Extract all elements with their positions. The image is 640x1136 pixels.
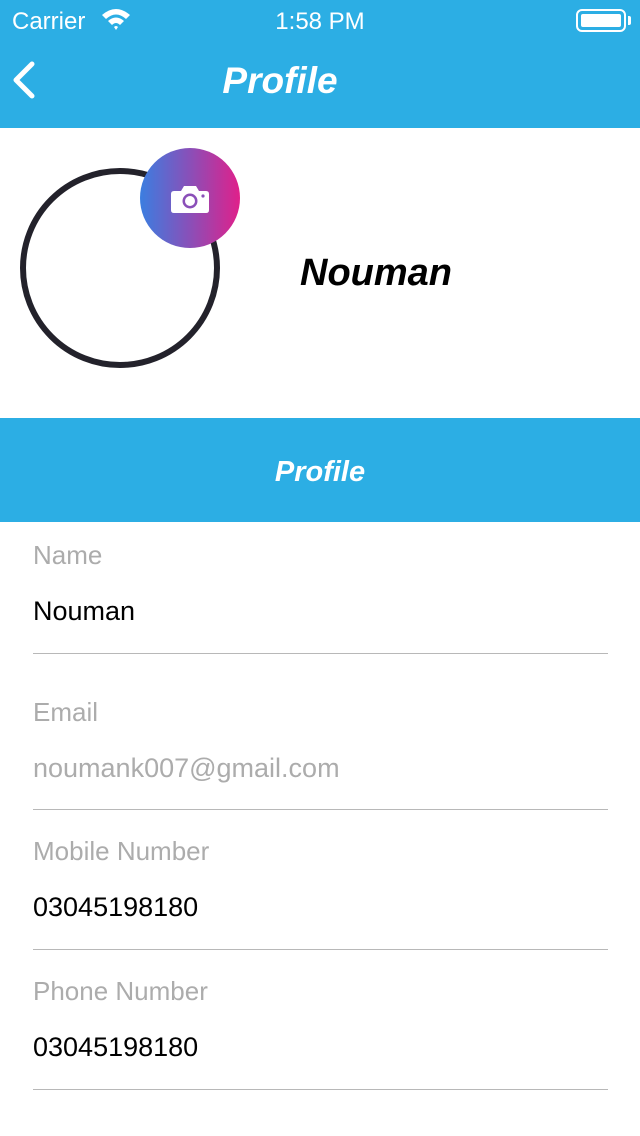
section-header: Profile xyxy=(0,418,640,522)
navigation-bar: Carrier 1:58 PM Profile xyxy=(0,0,640,128)
chevron-left-icon xyxy=(13,61,35,99)
name-label: Name xyxy=(33,540,103,570)
mobile-number-label: Mobile Number xyxy=(33,836,210,866)
battery-tip xyxy=(628,16,631,25)
phone-number-field[interactable]: Phone Number 03045198180 xyxy=(33,976,608,1096)
name-field[interactable]: Name Nouman xyxy=(33,540,608,660)
email-value[interactable]: noumank007@gmail.com xyxy=(33,753,340,784)
mobile-number-value[interactable]: 03045198180 xyxy=(33,892,198,923)
name-value[interactable]: Nouman xyxy=(33,596,135,627)
section-title: Profile xyxy=(274,456,366,488)
phone-number-divider xyxy=(33,1089,608,1090)
mobile-number-field[interactable]: Mobile Number 03045198180 xyxy=(33,836,608,956)
battery-icon xyxy=(576,9,626,32)
mobile-number-divider xyxy=(33,949,608,950)
page-title: Profile xyxy=(222,60,338,101)
profile-name: Nouman xyxy=(300,252,452,294)
back-button[interactable] xyxy=(8,56,48,104)
name-divider xyxy=(33,653,608,654)
change-photo-button[interactable] xyxy=(140,148,240,248)
profile-header: Nouman xyxy=(0,128,640,418)
status-bar: Carrier 1:58 PM xyxy=(0,0,640,40)
email-field[interactable]: Email noumank007@gmail.com xyxy=(33,697,608,817)
phone-number-value[interactable]: 03045198180 xyxy=(33,1032,198,1063)
email-divider xyxy=(33,809,608,810)
email-label: Email xyxy=(33,697,99,727)
phone-number-label: Phone Number xyxy=(33,976,208,1006)
status-time: 1:58 PM xyxy=(275,8,365,35)
battery-level xyxy=(581,14,621,27)
camera-icon xyxy=(171,186,209,213)
